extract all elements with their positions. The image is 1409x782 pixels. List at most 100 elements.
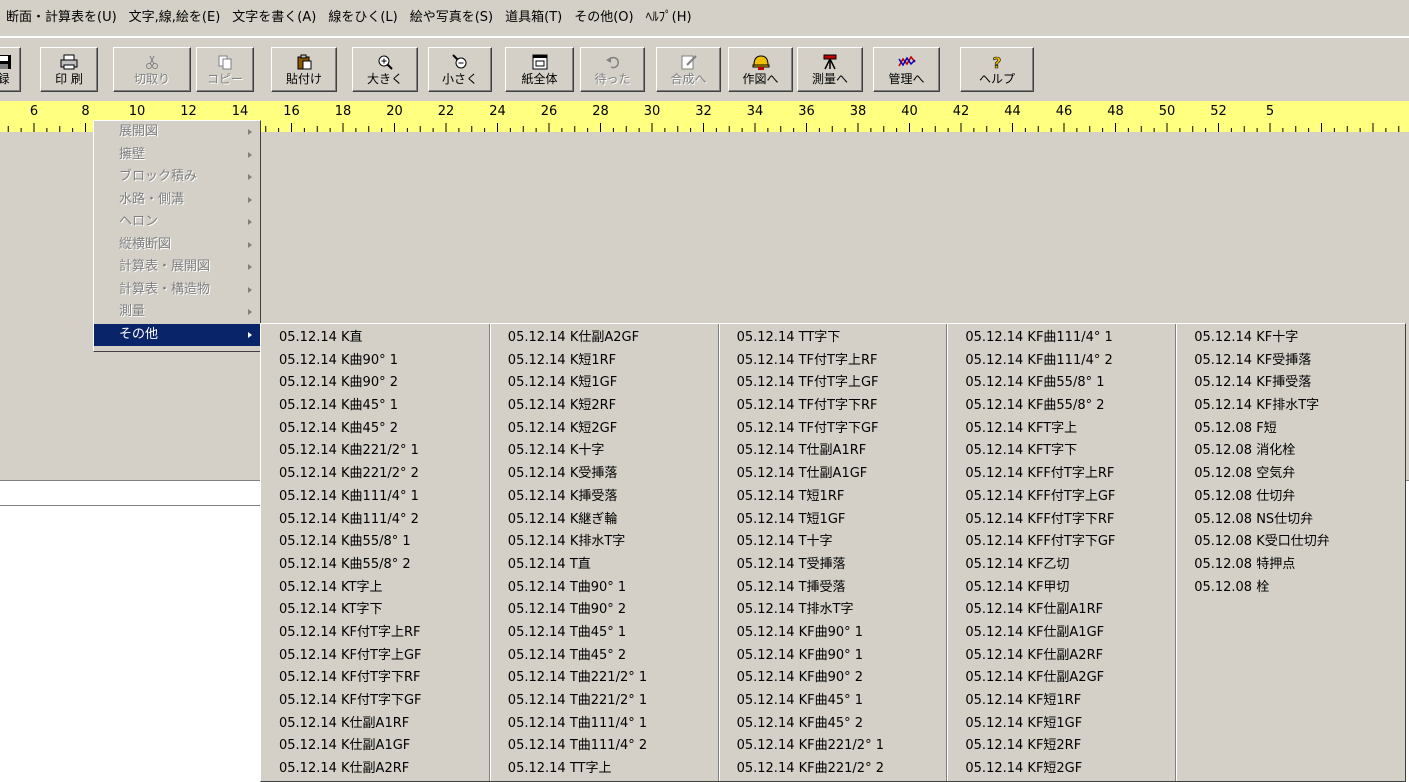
submenu-item[interactable]: 05.12.14 KF受挿落: [1176, 350, 1405, 373]
submenu-item[interactable]: 05.12.14 K仕副A2RF: [261, 758, 489, 781]
submenu-item[interactable]: 05.12.14 T曲221/2° 1: [490, 667, 718, 690]
submenu-item[interactable]: 05.12.14 KFT字上: [947, 418, 1175, 441]
submenu-item[interactable]: 05.12.14 KFF付T字上GF: [947, 486, 1175, 509]
submenu-item[interactable]: 05.12.14 K挿受落: [490, 486, 718, 509]
submenu-item[interactable]: 05.12.14 K短2GF: [490, 418, 718, 441]
submenu-item[interactable]: 05.12.14 T曲90° 1: [490, 577, 718, 600]
submenu-item[interactable]: 05.12.14 TT字上: [490, 758, 718, 781]
submenu-item[interactable]: 05.12.14 K直: [261, 327, 489, 350]
submenu-item[interactable]: 05.12.14 KF仕副A2RF: [947, 645, 1175, 668]
toolbar-button-10[interactable]: 作図へ: [728, 47, 793, 92]
submenu-item[interactable]: 05.12.14 KF付T字下RF: [261, 667, 489, 690]
submenu-item[interactable]: 05.12.14 KF曲90° 1: [719, 622, 947, 645]
submenu-item[interactable]: 05.12.14 K短1GF: [490, 372, 718, 395]
submenu-item[interactable]: 05.12.14 KF排水T字: [1176, 395, 1405, 418]
toolbar-button-12[interactable]: 管理へ: [873, 47, 940, 92]
submenu-item[interactable]: 05.12.14 T受挿落: [719, 554, 947, 577]
menu-item-5[interactable]: 道具箱(T): [499, 0, 568, 36]
popup-menu-item-0[interactable]: 展開図: [94, 121, 260, 144]
popup-menu-item-4[interactable]: ヘロン: [94, 211, 260, 234]
submenu-item[interactable]: 05.12.14 K曲90° 2: [261, 372, 489, 395]
submenu-item[interactable]: 05.12.14 KFF付T字下GF: [947, 531, 1175, 554]
menu-item-6[interactable]: その他(O): [568, 0, 639, 36]
toolbar-button-7[interactable]: 紙全体: [505, 47, 574, 92]
submenu-item[interactable]: 05.12.14 KF十字: [1176, 327, 1405, 350]
submenu-item[interactable]: 05.12.14 K仕副A2GF: [490, 327, 718, 350]
submenu-item[interactable]: 05.12.14 T曲45° 2: [490, 645, 718, 668]
submenu-item[interactable]: 05.12.14 KF曲221/2° 2: [719, 758, 947, 781]
submenu-item[interactable]: 05.12.14 KF曲90° 2: [719, 667, 947, 690]
menu-item-0[interactable]: 断面・計算表を(U): [0, 0, 123, 36]
submenu-item[interactable]: 05.12.14 K曲111/4° 2: [261, 509, 489, 532]
submenu-item[interactable]: 05.12.14 K曲111/4° 1: [261, 486, 489, 509]
submenu-item[interactable]: 05.12.14 T短1GF: [719, 509, 947, 532]
submenu-item[interactable]: 05.12.14 K曲221/2° 1: [261, 440, 489, 463]
submenu-item[interactable]: 05.12.14 T挿受落: [719, 577, 947, 600]
menu-item-1[interactable]: 文字,線,絵を(E): [123, 0, 227, 36]
submenu-item[interactable]: 05.12.08 消化栓: [1176, 440, 1405, 463]
submenu-item[interactable]: 05.12.14 K曲55/8° 2: [261, 554, 489, 577]
toolbar-button-1[interactable]: 印 刷: [40, 47, 98, 92]
submenu-item[interactable]: 05.12.14 KF曲111/4° 2: [947, 350, 1175, 373]
submenu-item[interactable]: 05.12.14 K仕副A1RF: [261, 713, 489, 736]
submenu-item[interactable]: 05.12.08 栓: [1176, 577, 1405, 600]
menu-item-4[interactable]: 絵や写真を(S): [404, 0, 499, 36]
menu-item-2[interactable]: 文字を書く(A): [226, 0, 322, 36]
submenu-item[interactable]: 05.12.14 KF甲切: [947, 577, 1175, 600]
submenu-item[interactable]: 05.12.14 KF短2GF: [947, 758, 1175, 781]
submenu-item[interactable]: 05.12.14 T曲45° 1: [490, 622, 718, 645]
submenu-item[interactable]: 05.12.14 KF乙切: [947, 554, 1175, 577]
toolbar-button-4[interactable]: 貼付け: [271, 47, 337, 92]
submenu-item[interactable]: 05.12.14 KF付T字上GF: [261, 645, 489, 668]
submenu-item[interactable]: 05.12.14 KF付T字上RF: [261, 622, 489, 645]
submenu-item[interactable]: 05.12.14 KF短1GF: [947, 713, 1175, 736]
submenu-item[interactable]: 05.12.14 KF曲55/8° 1: [947, 372, 1175, 395]
toolbar-button-3[interactable]: コピー: [196, 47, 254, 92]
submenu-item[interactable]: 05.12.14 TF付T字下GF: [719, 418, 947, 441]
submenu-item[interactable]: 05.12.14 T仕副A1GF: [719, 463, 947, 486]
popup-menu-item-2[interactable]: ブロック積み: [94, 166, 260, 189]
submenu-item[interactable]: 05.12.08 F短: [1176, 418, 1405, 441]
submenu-item[interactable]: 05.12.14 K曲221/2° 2: [261, 463, 489, 486]
submenu-item[interactable]: 05.12.14 T仕副A1RF: [719, 440, 947, 463]
submenu-item[interactable]: 05.12.14 KF短1RF: [947, 690, 1175, 713]
toolbar-button-8[interactable]: 待った: [580, 47, 645, 92]
submenu-item[interactable]: 05.12.14 K曲45° 1: [261, 395, 489, 418]
submenu-item[interactable]: 05.12.14 K継ぎ輪: [490, 509, 718, 532]
submenu-item[interactable]: 05.12.14 T排水T字: [719, 599, 947, 622]
toolbar-button-5[interactable]: 大きく: [352, 47, 418, 92]
submenu-item[interactable]: 05.12.14 K短2RF: [490, 395, 718, 418]
submenu-item[interactable]: 05.12.14 K短1RF: [490, 350, 718, 373]
submenu-item[interactable]: 05.12.14 T曲111/4° 2: [490, 735, 718, 758]
submenu-item[interactable]: 05.12.14 KFF付T字下RF: [947, 509, 1175, 532]
submenu-item[interactable]: 05.12.14 KF短2RF: [947, 735, 1175, 758]
submenu-item[interactable]: 05.12.14 TF付T字下RF: [719, 395, 947, 418]
submenu-item[interactable]: 05.12.14 TT字下: [719, 327, 947, 350]
submenu-item[interactable]: 05.12.14 K曲55/8° 1: [261, 531, 489, 554]
submenu-item[interactable]: 05.12.14 K排水T字: [490, 531, 718, 554]
submenu-item[interactable]: 05.12.14 KF曲45° 2: [719, 713, 947, 736]
submenu-item[interactable]: 05.12.14 T直: [490, 554, 718, 577]
submenu-item[interactable]: 05.12.14 TF付T字上RF: [719, 350, 947, 373]
submenu-item[interactable]: 05.12.14 K十字: [490, 440, 718, 463]
popup-menu-item-5[interactable]: 縦横断図: [94, 234, 260, 257]
toolbar-button-13[interactable]: ? ヘルプ: [960, 47, 1034, 92]
submenu-item[interactable]: 05.12.14 T曲90° 2: [490, 599, 718, 622]
submenu-item[interactable]: 05.12.14 T曲111/4° 1: [490, 713, 718, 736]
menu-item-7[interactable]: ﾍﾙﾌﾟ(H): [640, 0, 698, 36]
submenu-item[interactable]: 05.12.14 KF仕副A1GF: [947, 622, 1175, 645]
submenu-item[interactable]: 05.12.08 空気弁: [1176, 463, 1405, 486]
submenu-item[interactable]: 05.12.14 KF曲55/8° 2: [947, 395, 1175, 418]
toolbar-button-11[interactable]: 測量へ: [797, 47, 863, 92]
submenu-item[interactable]: 05.12.14 T曲221/2° 1: [490, 690, 718, 713]
submenu-item[interactable]: 05.12.14 TF付T字上GF: [719, 372, 947, 395]
menu-item-3[interactable]: 線をひく(L): [322, 0, 403, 36]
submenu-item[interactable]: 05.12.14 K曲45° 2: [261, 418, 489, 441]
submenu-item[interactable]: 05.12.14 KFF付T字上RF: [947, 463, 1175, 486]
toolbar-button-6[interactable]: 小さく: [428, 47, 492, 92]
submenu-item[interactable]: 05.12.14 K受挿落: [490, 463, 718, 486]
submenu-item[interactable]: 05.12.14 KF付T字下GF: [261, 690, 489, 713]
submenu-item[interactable]: 05.12.08 特押点: [1176, 554, 1405, 577]
submenu-item[interactable]: 05.12.08 NS仕切弁: [1176, 509, 1405, 532]
submenu-item[interactable]: 05.12.14 KFT字下: [947, 440, 1175, 463]
